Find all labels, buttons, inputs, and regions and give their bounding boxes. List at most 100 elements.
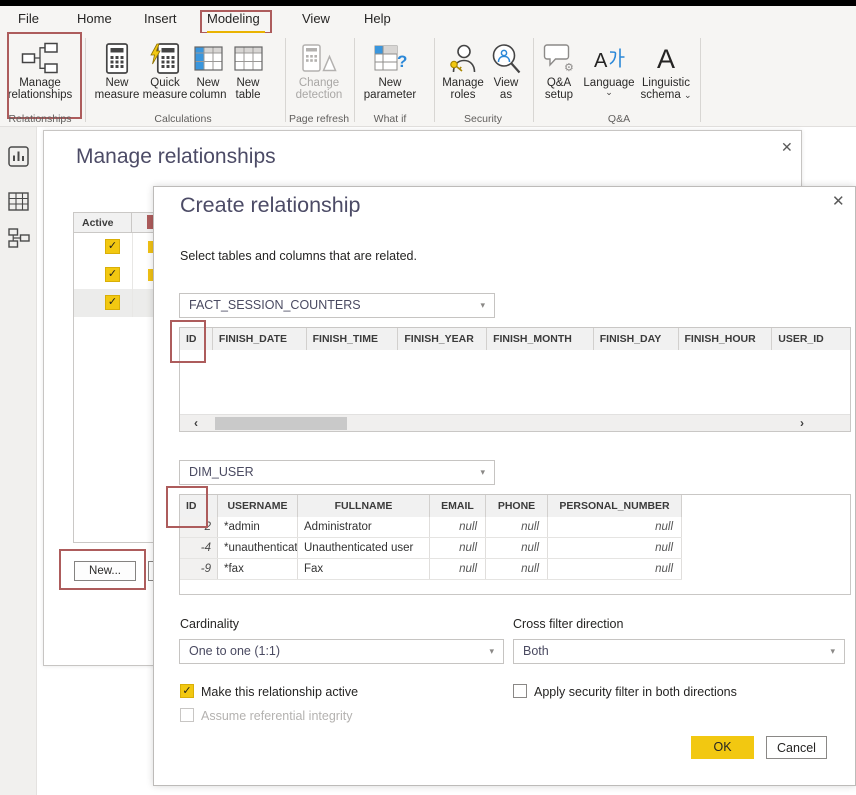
- new-parameter-button[interactable]: ? New parameter: [362, 33, 418, 111]
- calculator-icon: [94, 39, 140, 77]
- create-dialog-title: Create relationship: [180, 193, 360, 218]
- svg-text:⚙: ⚙: [564, 62, 574, 73]
- ribbon: Manage relationships New measure: [0, 33, 856, 127]
- chevron-down-icon: ▾: [830, 640, 835, 663]
- speech-bubble-gear-icon: ⚙: [539, 39, 579, 77]
- annotation-from-id-column: [170, 320, 206, 363]
- chevron-down-icon[interactable]: ⌄: [583, 89, 635, 96]
- annotation-manage-relationships: [7, 32, 82, 119]
- column-header[interactable]: FINISH_YEAR: [398, 328, 487, 350]
- group-qa: Q&A: [540, 113, 698, 125]
- close-icon[interactable]: ✕: [781, 139, 793, 156]
- qa-setup-button[interactable]: ⚙ Q&A setup: [539, 33, 579, 111]
- from-table-dropdown[interactable]: FACT_SESSION_COUNTERS ▾: [179, 293, 495, 318]
- manage-relationships-button[interactable]: Manage relationships: [4, 33, 76, 111]
- menu-file[interactable]: File: [18, 6, 39, 32]
- referential-integrity-checkbox: [180, 708, 194, 722]
- svg-text:A: A: [657, 44, 675, 72]
- language-button[interactable]: A Language ⌄: [583, 33, 635, 111]
- language-icon: A: [583, 39, 635, 77]
- ribbon-separator: [85, 38, 86, 122]
- column-header[interactable]: USER_ID: [772, 328, 850, 350]
- quick-measure-button[interactable]: Quick measure: [140, 33, 190, 111]
- group-calculations: Calculations: [94, 113, 272, 125]
- view-as-button[interactable]: View as: [488, 33, 524, 111]
- magnifier-person-icon: [488, 39, 524, 77]
- make-active-checkbox[interactable]: ✓: [180, 684, 194, 698]
- table-row[interactable]: -2 *admin Administrator null null null: [180, 517, 682, 538]
- column-header[interactable]: PERSONAL_NUMBER: [548, 495, 682, 517]
- cancel-button[interactable]: Cancel: [766, 736, 827, 759]
- ok-button[interactable]: OK: [691, 736, 754, 759]
- scroll-left-icon[interactable]: ‹: [194, 415, 198, 432]
- from-table-header-row: ID FINISH_DATE FINISH_TIME FINISH_YEAR F…: [180, 328, 850, 350]
- column-header[interactable]: FINISH_MONTH: [487, 328, 594, 350]
- column-header[interactable]: PHONE: [486, 495, 548, 517]
- data-view-icon[interactable]: [8, 192, 29, 216]
- cardinality-dropdown[interactable]: One to one (1:1) ▾: [179, 639, 504, 664]
- to-table-preview: ID USERNAME FULLNAME EMAIL PHONE PERSONA…: [179, 494, 851, 595]
- chevron-down-icon: ▾: [480, 461, 485, 484]
- ribbon-separator: [285, 38, 286, 122]
- svg-text:?: ?: [397, 52, 407, 71]
- ribbon-separator: [434, 38, 435, 122]
- table-icon: [228, 39, 268, 77]
- column-header[interactable]: FINISH_TIME: [307, 328, 399, 350]
- column-header[interactable]: USERNAME: [218, 495, 298, 517]
- close-icon[interactable]: ✕: [832, 192, 845, 210]
- linguistic-schema-button[interactable]: A Linguistic schema ⌄: [637, 33, 695, 111]
- new-measure-button[interactable]: New measure: [94, 33, 140, 111]
- to-table-header-row: ID USERNAME FULLNAME EMAIL PHONE PERSONA…: [180, 495, 682, 517]
- menu-bar: File Home Insert Modeling View Help: [0, 6, 856, 33]
- menu-home[interactable]: Home: [77, 6, 112, 32]
- ribbon-separator: [354, 38, 355, 122]
- view-sidebar: [0, 127, 37, 795]
- menu-modeling[interactable]: Modeling: [207, 6, 260, 32]
- make-active-label: Make this relationship active: [201, 685, 358, 699]
- column-header[interactable]: FINISH_DAY: [594, 328, 679, 350]
- change-detection-icon: [292, 39, 346, 77]
- cross-filter-dropdown[interactable]: Both ▾: [513, 639, 845, 664]
- table-row[interactable]: -9 *fax Fax null null null: [180, 559, 682, 580]
- dialog-subtitle: Select tables and columns that are relat…: [180, 249, 417, 263]
- model-view-icon[interactable]: [8, 228, 30, 253]
- column-header[interactable]: FULLNAME: [298, 495, 430, 517]
- from-table-preview: ID FINISH_DATE FINISH_TIME FINISH_YEAR F…: [179, 327, 851, 432]
- table-column-icon: [186, 39, 230, 77]
- menu-help[interactable]: Help: [364, 6, 391, 32]
- create-relationship-dialog: Create relationship ✕ Select tables and …: [153, 186, 856, 786]
- scroll-right-icon[interactable]: ›: [800, 415, 804, 432]
- manage-roles-button[interactable]: Manage roles: [440, 33, 486, 111]
- new-column-button[interactable]: New column: [186, 33, 230, 111]
- active-checkbox[interactable]: ✓: [105, 239, 120, 254]
- menu-view[interactable]: View: [302, 6, 330, 32]
- manage-dialog-title: Manage relationships: [76, 145, 276, 169]
- column-header[interactable]: EMAIL: [430, 495, 486, 517]
- ribbon-separator: [700, 38, 701, 122]
- scrollbar-thumb[interactable]: [215, 417, 347, 430]
- active-checkbox[interactable]: ✓: [105, 295, 120, 310]
- active-checkbox[interactable]: ✓: [105, 267, 120, 282]
- active-column-header: Active: [74, 213, 132, 233]
- new-table-button[interactable]: New table: [228, 33, 268, 111]
- cross-filter-label: Cross filter direction: [513, 617, 623, 631]
- column-header[interactable]: FINISH_HOUR: [679, 328, 773, 350]
- group-what-if: What if: [360, 113, 420, 125]
- security-filter-label: Apply security filter in both directions: [534, 685, 737, 699]
- column-header[interactable]: FINISH_DATE: [213, 328, 307, 350]
- linguistic-schema-icon: A: [637, 39, 695, 77]
- to-table-dropdown[interactable]: DIM_USER ▾: [179, 460, 495, 485]
- person-key-icon: [440, 39, 486, 77]
- menu-insert[interactable]: Insert: [144, 6, 177, 32]
- horizontal-scrollbar[interactable]: ‹ ›: [180, 414, 850, 431]
- security-filter-checkbox[interactable]: [513, 684, 527, 698]
- from-table-body: [180, 350, 850, 414]
- chevron-down-icon[interactable]: ⌄: [684, 90, 692, 100]
- report-view-icon[interactable]: [8, 146, 29, 172]
- annotation-new-button: [59, 549, 146, 590]
- group-page-refresh: Page refresh: [288, 113, 350, 125]
- parameter-icon: ?: [362, 39, 418, 77]
- group-relationships: Relationships: [4, 113, 76, 125]
- table-row[interactable]: -4 *unauthenticated Unauthenticated user…: [180, 538, 682, 559]
- chevron-down-icon: ▾: [480, 294, 485, 317]
